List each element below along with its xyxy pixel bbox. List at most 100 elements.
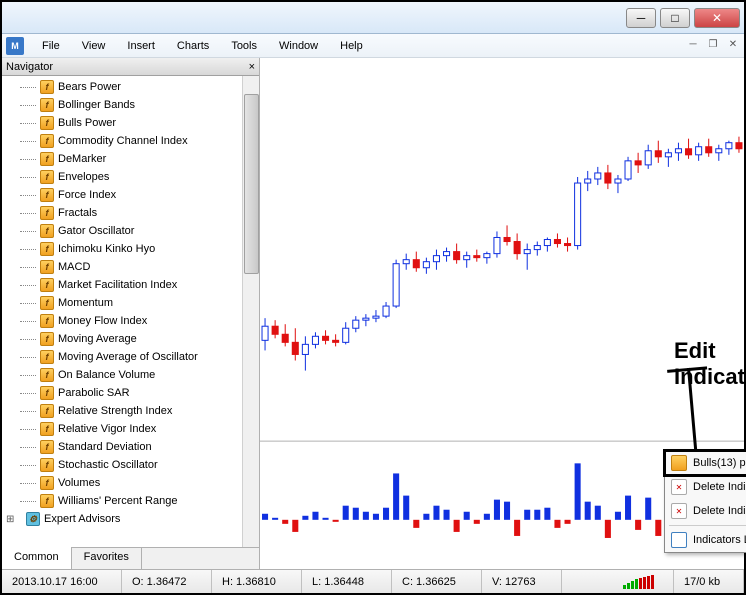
- indicator-item[interactable]: fRelative Vigor Index: [2, 420, 259, 438]
- indicator-item[interactable]: f Momentum: [2, 294, 259, 312]
- window-minimize-button[interactable]: ─: [626, 8, 656, 28]
- menu-file[interactable]: File: [32, 38, 70, 54]
- indicator-item[interactable]: fBulls Power: [2, 114, 259, 132]
- indicator-item[interactable]: fGator Oscillator: [2, 222, 259, 240]
- ctx-properties-label: Bulls(13) properties...: [693, 457, 746, 469]
- indicator-icon: f: [40, 80, 54, 94]
- indicator-item[interactable]: f Market Facilitation Index: [2, 276, 259, 294]
- annotation-label: Edit Indicator: [674, 338, 746, 390]
- status-kb: 17/0 kb: [674, 570, 744, 593]
- navigator-close-button[interactable]: ×: [249, 61, 255, 73]
- expert-advisors-node[interactable]: ⊞ ⚙ Expert Advisors: [2, 510, 259, 528]
- window-close-button[interactable]: ✕: [694, 8, 740, 28]
- ctx-separator: [669, 525, 746, 526]
- status-close: C: 1.36625: [392, 570, 482, 593]
- indicator-icon: f: [40, 116, 54, 130]
- indicator-label: Stochastic Oscillator: [58, 459, 158, 471]
- indicator-item[interactable]: fWilliams' Percent Range: [2, 492, 259, 510]
- navigator-tabs: Common Favorites: [2, 547, 259, 569]
- indicator-label: Williams' Percent Range: [58, 495, 177, 507]
- ctx-delete-indicator[interactable]: Delete Indicator: [665, 475, 746, 499]
- navigator-panel: Navigator × f Bears Power fBollinger Bands…: [2, 58, 260, 569]
- window-maximize-button[interactable]: □: [660, 8, 690, 28]
- indicator-item[interactable]: fVolumes: [2, 474, 259, 492]
- chart-area[interactable]: Edit Indicator Bulls(13) properties... D…: [260, 58, 744, 569]
- indicator-item[interactable]: f Bears Power: [2, 78, 259, 96]
- mdi-close-button[interactable]: ✕: [726, 39, 740, 53]
- navigator-scrollbar[interactable]: [242, 76, 259, 547]
- indicator-label: Fractals: [58, 207, 97, 219]
- tab-favorites[interactable]: Favorites: [72, 548, 142, 569]
- indicator-item[interactable]: fCommodity Channel Index: [2, 132, 259, 150]
- ctx-delete-label: Delete Indicator: [693, 481, 746, 493]
- indicator-label: Force Index: [58, 189, 116, 201]
- indicator-label: On Balance Volume: [58, 369, 155, 381]
- indicator-item[interactable]: f Money Flow Index: [2, 312, 259, 330]
- indicator-item[interactable]: fMoving Average of Oscillator: [2, 348, 259, 366]
- menu-view[interactable]: View: [72, 38, 116, 54]
- indicator-item[interactable]: fForce Index: [2, 186, 259, 204]
- indicator-label: Relative Strength Index: [58, 405, 172, 417]
- ea-label: Expert Advisors: [44, 513, 120, 525]
- navigator-title-label: Navigator: [6, 61, 53, 73]
- connection-bars-icon: [613, 575, 663, 589]
- indicator-label: Envelopes: [58, 171, 109, 183]
- delete-icon: [671, 479, 687, 495]
- indicator-item[interactable]: fRelative Strength Index: [2, 402, 259, 420]
- indicator-label: Gator Oscillator: [58, 225, 134, 237]
- indicator-icon: f: [40, 368, 54, 382]
- indicator-icon: f: [40, 422, 54, 436]
- indicator-label: Market Facilitation Index: [58, 279, 177, 291]
- scrollbar-thumb[interactable]: [244, 94, 259, 274]
- indicator-item[interactable]: f Stochastic Oscillator: [2, 456, 259, 474]
- indicator-icon: f: [40, 242, 54, 256]
- indicator-item[interactable]: fMACD: [2, 258, 259, 276]
- mdi-restore-button[interactable]: ❐: [706, 39, 720, 53]
- indicator-item[interactable]: fBollinger Bands: [2, 96, 259, 114]
- indicator-icon: f: [40, 152, 54, 166]
- indicator-item[interactable]: fDeMarker: [2, 150, 259, 168]
- app-icon: M: [6, 37, 24, 55]
- indicator-item[interactable]: f Standard Deviation: [2, 438, 259, 456]
- indicator-item[interactable]: f On Balance Volume: [2, 366, 259, 384]
- menu-help[interactable]: Help: [330, 38, 373, 54]
- tab-common[interactable]: Common: [2, 547, 72, 569]
- indicator-label: Standard Deviation: [58, 441, 152, 453]
- indicator-icon: f: [40, 206, 54, 220]
- indicator-item[interactable]: f Fractals: [2, 204, 259, 222]
- ctx-indicators-list[interactable]: Indicators List Ctrl+I: [665, 528, 746, 552]
- indicator-icon: f: [40, 98, 54, 112]
- indicator-item[interactable]: fParabolic SAR: [2, 384, 259, 402]
- indicator-label: Moving Average of Oscillator: [58, 351, 198, 363]
- indicator-item[interactable]: f Envelopes: [2, 168, 259, 186]
- status-date: 2013.10.17 16:00: [2, 570, 122, 593]
- status-open: O: 1.36472: [122, 570, 212, 593]
- menu-window[interactable]: Window: [269, 38, 328, 54]
- ctx-delete-window[interactable]: Delete Indicator Window: [665, 499, 746, 523]
- status-high: H: 1.36810: [212, 570, 302, 593]
- menu-insert[interactable]: Insert: [117, 38, 165, 54]
- ctx-properties[interactable]: Bulls(13) properties...: [665, 451, 746, 475]
- indicator-icon: f: [40, 278, 54, 292]
- ctx-delete-window-label: Delete Indicator Window: [693, 505, 746, 517]
- indicator-icon: f: [40, 440, 54, 454]
- indicator-icon: f: [40, 314, 54, 328]
- navigator-tree[interactable]: f Bears Power fBollinger BandsfBulls Power…: [2, 76, 259, 547]
- ea-icon: ⚙: [26, 512, 40, 526]
- indicator-label: Bears Power: [58, 81, 121, 93]
- indicator-icon: f: [40, 170, 54, 184]
- navigator-title: Navigator ×: [2, 58, 259, 76]
- delete-window-icon: [671, 503, 687, 519]
- indicator-icon: f: [40, 296, 54, 310]
- menu-charts[interactable]: Charts: [167, 38, 219, 54]
- mdi-minimize-button[interactable]: ─: [686, 39, 700, 53]
- indicator-icon: f: [40, 458, 54, 472]
- indicator-label: Momentum: [58, 297, 113, 309]
- indicator-label: Money Flow Index: [58, 315, 147, 327]
- indicator-icon: f: [40, 260, 54, 274]
- expand-icon[interactable]: ⊞: [6, 514, 14, 525]
- indicator-item[interactable]: fMoving Average: [2, 330, 259, 348]
- indicator-item[interactable]: fIchimoku Kinko Hyo: [2, 240, 259, 258]
- indicator-label: Parabolic SAR: [58, 387, 130, 399]
- menu-tools[interactable]: Tools: [221, 38, 267, 54]
